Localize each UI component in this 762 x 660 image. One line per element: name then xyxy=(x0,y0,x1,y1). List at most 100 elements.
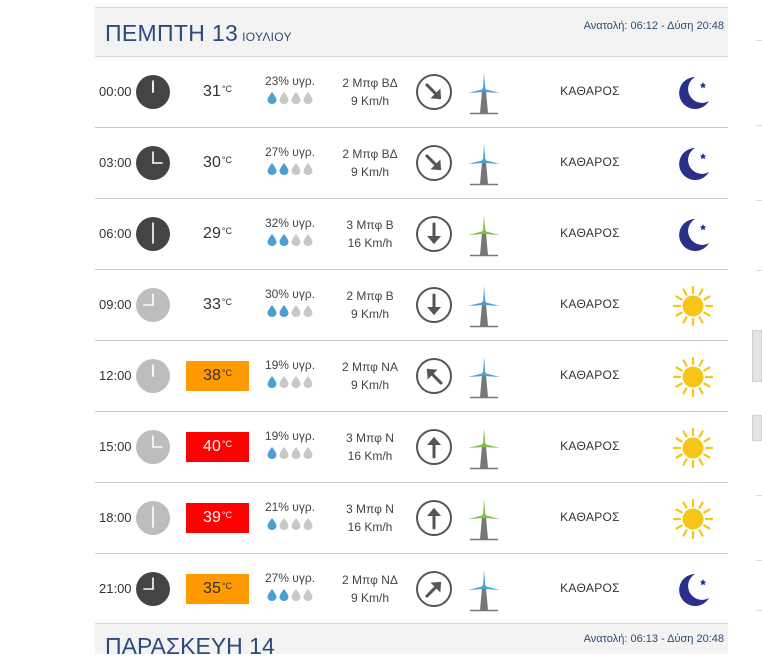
moon-icon xyxy=(673,570,713,610)
windmill-icon xyxy=(467,497,501,541)
humidity: 27% υγρ. xyxy=(260,145,320,175)
windmill-icon xyxy=(467,71,501,115)
scrollbar[interactable] xyxy=(752,0,762,640)
humidity-text: 23% υγρ. xyxy=(264,74,316,88)
humidity: 21% υγρ. xyxy=(260,500,320,530)
forecast-row: 09:00 33°C 30% υγρ. 2 Μπφ Β 9 Km/h ΚΑΘΑΡΟΣ xyxy=(95,270,728,341)
windmill-icon xyxy=(467,284,501,328)
wind: 3 Μπφ Β 16 Km/h xyxy=(325,216,415,252)
wind-force: 3 Μπφ Ν xyxy=(346,431,394,445)
forecast-row: 03:00 30°C 27% υγρ. 2 Μπφ ΒΔ 9 Km/h ΚΑΘΑΡΟΣ xyxy=(95,128,728,199)
row-time: 03:00 xyxy=(99,155,132,170)
humidity-text: 21% υγρ. xyxy=(264,500,316,514)
clock-icon xyxy=(135,287,171,323)
temperature-value: 38 xyxy=(203,367,221,384)
moon-icon xyxy=(673,144,713,184)
next-day-title: ΠΑΡΑΣΚΕΥΗ 14 xyxy=(105,633,275,659)
temperature-unit: °C xyxy=(221,297,232,307)
clock-icon xyxy=(135,571,171,607)
temperature-value: 31 xyxy=(203,83,221,100)
humidity-drops-icon xyxy=(260,447,320,459)
temperature-value: 30 xyxy=(203,154,221,171)
sun-icon xyxy=(672,427,714,469)
arrow-down-right-icon xyxy=(415,144,453,182)
wind-force: 2 Μπφ ΝΔ xyxy=(342,573,398,587)
forecast-row: 18:00 39°C 21% υγρ. 3 Μπφ Ν 16 Km/h ΚΑΘΑΡΟΣ xyxy=(95,483,728,554)
humidity: 19% υγρ. xyxy=(260,429,320,459)
wind: 2 Μπφ ΝΔ 9 Km/h xyxy=(325,571,415,607)
scrollbar-track-segment xyxy=(752,415,762,441)
humidity-text: 27% υγρ. xyxy=(264,571,316,585)
sun-icon xyxy=(672,285,714,327)
day-title: ΠΕΜΠΤΗ 13 ΙΟΥΛΙΟΥ xyxy=(105,20,292,47)
wind-force: 2 Μπφ Β xyxy=(346,289,394,303)
row-time: 15:00 xyxy=(99,439,132,454)
humidity-text: 32% υγρ. xyxy=(264,216,316,230)
temperature-unit: °C xyxy=(221,581,232,591)
condition-text: ΚΑΘΑΡΟΣ xyxy=(560,368,620,382)
humidity: 19% υγρ. xyxy=(260,358,320,388)
condition-text: ΚΑΘΑΡΟΣ xyxy=(560,155,620,169)
row-time: 12:00 xyxy=(99,368,132,383)
forecast-container: ΠΕΜΠΤΗ 13 ΙΟΥΛΙΟΥ Ανατολή: 06:12 - Δύση 2… xyxy=(95,0,728,640)
humidity-drops-icon xyxy=(260,589,320,601)
wind-force: 2 Μπφ ΒΔ xyxy=(342,76,398,90)
temperature-unit: °C xyxy=(221,84,232,94)
condition-text: ΚΑΘΑΡΟΣ xyxy=(560,84,620,98)
windmill-icon xyxy=(467,213,501,257)
windmill-icon xyxy=(467,426,501,470)
wind: 2 Μπφ Β 9 Km/h xyxy=(325,287,415,323)
arrow-up-icon xyxy=(415,428,453,466)
humidity: 27% υγρ. xyxy=(260,571,320,601)
arrow-down-icon xyxy=(415,286,453,324)
arrow-up-right-icon xyxy=(415,570,453,608)
moon-icon xyxy=(673,215,713,255)
wind: 3 Μπφ Ν 16 Km/h xyxy=(325,429,415,465)
humidity: 30% υγρ. xyxy=(260,287,320,317)
humidity-drops-icon xyxy=(260,376,320,388)
clock-icon xyxy=(135,500,171,536)
condition-text: ΚΑΘΑΡΟΣ xyxy=(560,439,620,453)
humidity: 32% υγρ. xyxy=(260,216,320,246)
temperature-unit: °C xyxy=(221,439,232,449)
humidity-text: 30% υγρ. xyxy=(264,287,316,301)
day-name: ΠΕΜΠΤΗ 13 xyxy=(105,20,239,46)
temperature-value: 29 xyxy=(203,225,221,242)
humidity-drops-icon xyxy=(260,163,320,175)
temperature: 33°C xyxy=(186,290,249,320)
temperature-value: 33 xyxy=(203,296,221,313)
humidity-text: 19% υγρ. xyxy=(264,358,316,372)
temperature-value: 40 xyxy=(203,438,221,455)
scrollbar-thumb[interactable] xyxy=(752,330,762,382)
wind-force: 3 Μπφ Ν xyxy=(346,502,394,516)
sun-icon xyxy=(672,498,714,540)
next-day-sun-times: Ανατολή: 06:13 - Δύση 20:48 xyxy=(583,633,724,645)
wind-speed: 16 Km/h xyxy=(347,236,393,250)
clock-icon xyxy=(135,429,171,465)
temperature: 35°C xyxy=(186,574,249,604)
humidity-drops-icon xyxy=(260,305,320,317)
row-time: 21:00 xyxy=(99,581,132,596)
wind-speed: 16 Km/h xyxy=(347,449,393,463)
forecast-row: 00:00 31°C 23% υγρ. 2 Μπφ ΒΔ 9 Km/h ΚΑΘΑΡΟΣ xyxy=(95,57,728,128)
windmill-icon xyxy=(467,142,501,186)
wind-speed: 9 Km/h xyxy=(350,591,389,605)
sun-icon xyxy=(672,356,714,398)
wind-force: 2 Μπφ ΒΔ xyxy=(342,147,398,161)
windmill-icon xyxy=(467,355,501,399)
row-time: 06:00 xyxy=(99,226,132,241)
temperature: 40°C xyxy=(186,432,249,462)
temperature: 29°C xyxy=(186,219,249,249)
wind-force: 2 Μπφ ΝΑ xyxy=(342,360,398,374)
next-day-header: ΠΑΡΑΣΚΕΥΗ 14 Ανατολή: 06:13 - Δύση 20:48 xyxy=(95,623,728,659)
temperature: 31°C xyxy=(186,77,249,107)
temperature-value: 39 xyxy=(203,509,221,526)
humidity-text: 27% υγρ. xyxy=(264,145,316,159)
wind-speed: 9 Km/h xyxy=(350,378,389,392)
clock-icon xyxy=(135,358,171,394)
arrow-up-left-icon xyxy=(415,357,453,395)
wind: 3 Μπφ Ν 16 Km/h xyxy=(325,500,415,536)
condition-text: ΚΑΘΑΡΟΣ xyxy=(560,510,620,524)
condition-text: ΚΑΘΑΡΟΣ xyxy=(560,297,620,311)
wind-speed: 9 Km/h xyxy=(350,307,389,321)
